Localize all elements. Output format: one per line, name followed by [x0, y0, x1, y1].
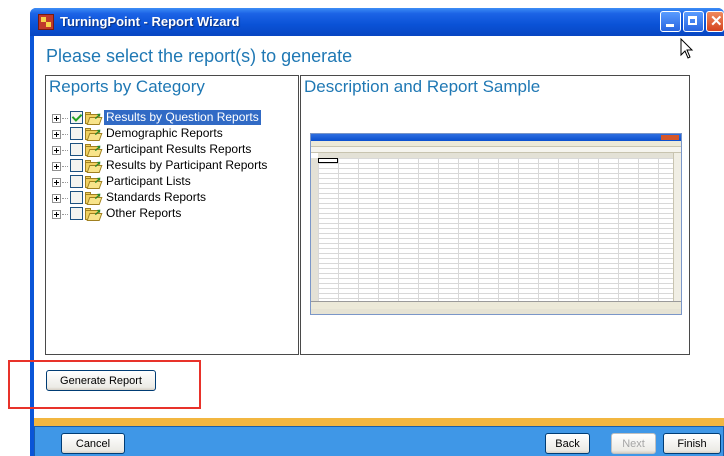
window-title: TurningPoint - Report Wizard [60, 14, 240, 29]
report-category-tree: ➚ Results by Question Reports ➚ Demograp… [52, 110, 292, 222]
back-button[interactable]: Back [545, 433, 590, 454]
finish-button[interactable]: Finish [663, 433, 721, 454]
report-folder-icon: ➚ [85, 191, 103, 205]
report-folder-icon: ➚ [85, 159, 103, 173]
category-checkbox[interactable] [70, 143, 83, 156]
reports-by-category-panel: Reports by Category ➚ Results by Questio… [45, 75, 299, 355]
expand-icon[interactable] [52, 162, 61, 171]
report-folder-icon: ➚ [85, 207, 103, 221]
category-checkbox[interactable] [70, 191, 83, 204]
expand-icon[interactable] [52, 146, 61, 155]
title-bar[interactable]: TurningPoint - Report Wizard ✕ [30, 8, 724, 36]
report-sample-thumbnail [310, 133, 682, 315]
tree-item-label[interactable]: Participant Results Reports [104, 142, 253, 157]
expand-icon[interactable] [52, 194, 61, 203]
category-checkbox[interactable] [70, 207, 83, 220]
tree-item-participant-lists[interactable]: ➚ Participant Lists [52, 174, 292, 190]
reports-by-category-title: Reports by Category [49, 77, 205, 96]
category-checkbox[interactable] [70, 127, 83, 140]
tree-item-label[interactable]: Results by Participant Reports [104, 158, 269, 173]
expand-icon[interactable] [52, 178, 61, 187]
category-checkbox[interactable] [70, 159, 83, 172]
expand-icon[interactable] [52, 210, 61, 219]
expand-icon[interactable] [52, 130, 61, 139]
next-button[interactable]: Next [611, 433, 656, 454]
report-folder-icon: ➚ [85, 127, 103, 141]
tree-item-label[interactable]: Demographic Reports [104, 126, 225, 141]
maximize-button[interactable] [683, 11, 704, 32]
turningpoint-app-icon [38, 14, 54, 30]
minimize-button[interactable] [660, 11, 681, 32]
report-folder-icon: ➚ [85, 143, 103, 157]
description-panel-title: Description and Report Sample [304, 77, 541, 96]
category-checkbox[interactable] [70, 175, 83, 188]
wizard-footer: Cancel Back Next Finish [34, 426, 724, 456]
tree-item-participant-results[interactable]: ➚ Participant Results Reports [52, 142, 292, 158]
tree-item-label[interactable]: Other Reports [104, 206, 183, 221]
category-checkbox[interactable] [70, 111, 83, 124]
report-folder-icon: ➚ [85, 111, 103, 125]
close-icon: ✕ [710, 13, 723, 30]
expand-icon[interactable] [52, 114, 61, 123]
mouse-pointer-icon [680, 38, 694, 59]
tree-item-demographic[interactable]: ➚ Demographic Reports [52, 126, 292, 142]
tree-item-label[interactable]: Standards Reports [104, 190, 208, 205]
tree-item-results-by-question[interactable]: ➚ Results by Question Reports [52, 110, 292, 126]
generate-report-highlight [8, 360, 201, 409]
tree-item-label[interactable]: Results by Question Reports [104, 110, 261, 125]
page-heading: Please select the report(s) to generate [46, 46, 353, 66]
description-and-sample-panel: Description and Report Sample [300, 75, 690, 355]
tree-item-standards[interactable]: ➚ Standards Reports [52, 190, 292, 206]
close-button[interactable]: ✕ [706, 11, 724, 32]
tree-item-other[interactable]: ➚ Other Reports [52, 206, 292, 222]
report-folder-icon: ➚ [85, 175, 103, 189]
cancel-button[interactable]: Cancel [61, 433, 125, 454]
tree-item-results-by-participant[interactable]: ➚ Results by Participant Reports [52, 158, 292, 174]
tree-item-label[interactable]: Participant Lists [104, 174, 193, 189]
